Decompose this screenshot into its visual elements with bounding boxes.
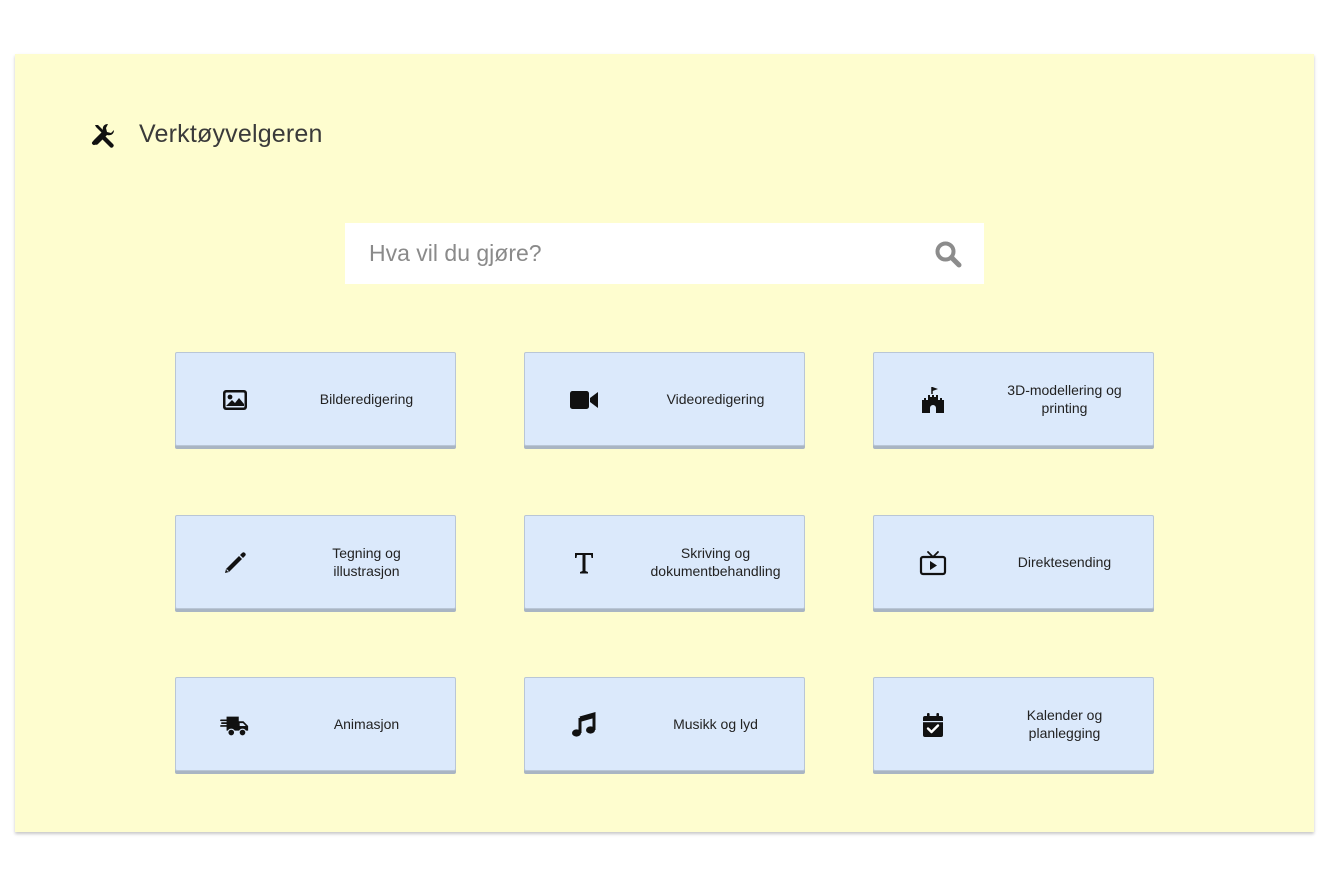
category-label: Musikk og lyd [673,716,758,732]
search-icon[interactable] [934,240,962,268]
category-label: Direktesending [1017,554,1112,570]
tools-icon [91,122,117,148]
image-icon [220,386,250,414]
category-card-kalender[interactable]: Kalender og planlegging [873,677,1154,771]
video-camera-icon [569,386,599,414]
main-panel: Verktøyvelgeren Bilderedigering [15,54,1314,832]
category-label: Bilderedigering [319,391,414,407]
category-label: Tegning og illustrasjon [332,545,401,579]
search-input[interactable] [345,223,905,284]
category-label: Kalender og planlegging [1026,707,1103,741]
castle-icon [918,386,948,414]
category-label: Skriving og dokumentbehandling [650,545,781,579]
category-card-musikk[interactable]: Musikk og lyd [524,677,805,771]
category-label: 3D-modellering og printing [1007,382,1122,416]
category-card-direktesending[interactable]: Direktesending [873,515,1154,609]
category-label: Animasjon [333,716,400,732]
category-card-bilderedigering[interactable]: Bilderedigering [175,352,456,446]
category-card-skriving[interactable]: Skriving og dokumentbehandling [524,515,805,609]
page-title: Verktøyvelgeren [139,120,323,148]
shipping-fast-icon [220,711,250,739]
live-tv-icon [918,549,948,577]
search-bar [345,223,984,284]
pencil-icon [220,549,250,577]
text-icon [569,549,599,577]
app-header: Verktøyvelgeren [91,120,323,149]
category-label: Videoredigering [666,391,765,407]
music-note-icon [569,711,599,739]
category-card-tegning[interactable]: Tegning og illustrasjon [175,515,456,609]
category-card-videoredigering[interactable]: Videoredigering [524,352,805,446]
category-card-animasjon[interactable]: Animasjon [175,677,456,771]
calendar-check-icon [918,711,948,739]
category-card-3d-modellering[interactable]: 3D-modellering og printing [873,352,1154,446]
